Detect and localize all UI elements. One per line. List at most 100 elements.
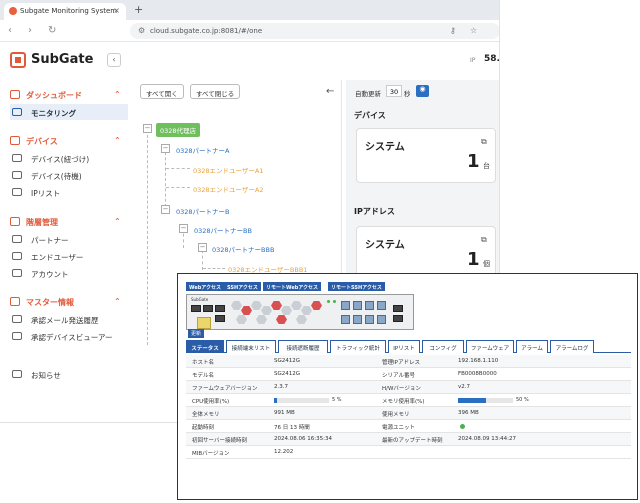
status-tabs: ステータス 接続端末リスト 接続遮断履歴 トラフィック統計 IPリスト コンフィ… (186, 340, 631, 353)
device-count-card[interactable]: システム ⧉ 1 台 (356, 128, 496, 183)
forward-nav-icon[interactable]: › (28, 25, 32, 36)
vent-hex (261, 306, 272, 315)
field-label: 管理IPアドレス (382, 360, 420, 366)
new-tab-button[interactable]: + (134, 3, 143, 16)
field-value: 12.202 (274, 449, 294, 455)
section-devices[interactable]: デバイス ⌃ (10, 136, 121, 147)
section-hierarchy[interactable]: 階層管理 ⌃ (10, 217, 121, 228)
site-info-icon[interactable]: ⚙ (138, 26, 145, 35)
sfp-port (341, 315, 350, 324)
field-label: シリアル番号 (382, 373, 415, 379)
url-field[interactable]: ⚙ cloud.subgate.co.jp:8081/#/one ⚷ ☆ (130, 23, 499, 39)
cpu-usage-fill (274, 398, 277, 403)
vent-hex (241, 306, 252, 315)
external-link-icon[interactable]: ⧉ (481, 235, 487, 245)
expand-all-button[interactable]: すべて開く (140, 84, 184, 99)
field-value: 2024.08.06 16:35:34 (274, 436, 332, 442)
field-value: 2024.08.09 13:44:27 (458, 436, 516, 442)
field-label: 全体メモリ (192, 412, 220, 418)
tab-status[interactable]: ステータス (186, 340, 224, 353)
ip-section-title: IPアドレス (354, 207, 395, 216)
sidebar-item-account[interactable]: アカウント (10, 265, 128, 281)
sidebar-item-monitoring[interactable]: モニタリング (10, 104, 128, 120)
field-value: SG2412G (274, 358, 301, 364)
field-label: モデル名 (192, 373, 215, 379)
device-front-panel: SubGate (186, 294, 414, 330)
vent-hex (301, 306, 312, 315)
tab-config[interactable]: コンフィグ (422, 340, 464, 353)
tab-connected-terminals[interactable]: 接続端末リスト (226, 340, 276, 353)
sidebar-item-ip-list[interactable]: IPリスト (10, 184, 128, 200)
tree-node-root[interactable]: 0328代理店 (156, 123, 201, 137)
collapse-all-button[interactable]: すべて閉じる (190, 84, 241, 99)
ssh-access-button[interactable]: SSHアクセス (224, 282, 261, 291)
tree-node[interactable]: 0328エンドユーザーA2 (193, 184, 264, 194)
device-count: 1 (467, 151, 480, 172)
key-icon[interactable]: ⚷ (450, 26, 456, 35)
tree-node[interactable]: 0328エンドユーザーA1 (193, 165, 264, 175)
auto-update-toggle-icon[interactable]: ◉ (416, 85, 429, 97)
sidebar-item-devices-waiting[interactable]: デバイス(待機) (10, 167, 128, 183)
section-dashboard[interactable]: ダッシュボード ⌃ (10, 90, 121, 101)
sidebar-item-notice[interactable]: お知らせ (10, 366, 128, 382)
url-text: cloud.subgate.co.jp:8081/#/one (150, 27, 263, 35)
auto-update-interval-field[interactable]: 30 (386, 85, 402, 97)
field-label: CPU使用率(%) (192, 399, 230, 405)
tree-node[interactable]: 0328パートナーBB (194, 225, 252, 235)
back-arrow-icon[interactable]: ← (326, 86, 334, 97)
field-label: 初回サーバー接続時刻 (192, 438, 247, 444)
sidebar-item-devices-linked[interactable]: デバイス(紐づけ) (10, 150, 128, 166)
reload-icon[interactable]: ↻ (48, 25, 56, 36)
field-label: 最新のアップデート時刻 (382, 438, 443, 444)
web-access-button[interactable]: Webアクセス (186, 282, 225, 291)
sfp-port (341, 301, 350, 310)
sidebar-item-partner[interactable]: パートナー (10, 231, 128, 247)
tree-toggle[interactable]: − (161, 144, 170, 153)
tree-branch (166, 187, 190, 188)
sidebar-item-end-user[interactable]: エンドユーザー (10, 248, 128, 264)
update-button[interactable]: 更新 (188, 329, 205, 338)
back-nav-icon[interactable]: ‹ (8, 25, 12, 36)
cloud-wait-icon (12, 171, 22, 179)
ip-count: 1 (467, 249, 480, 270)
tab-close-icon[interactable]: × (113, 6, 120, 15)
field-label: H/Wバージョン (382, 386, 421, 392)
tab-block-history[interactable]: 接続遮断履歴 (278, 340, 328, 353)
tab-alarm[interactable]: アラーム (516, 340, 548, 353)
sidebar-item-device-viewer[interactable]: 承認デバイスビューアー (10, 328, 128, 344)
tab-ip-list[interactable]: IPリスト (388, 340, 420, 353)
tree-node[interactable]: 0328パートナーBBB (212, 244, 274, 254)
memory-usage-bar (458, 398, 513, 403)
favicon-icon (9, 7, 17, 15)
table-row: ファームウェアバージョン 2.3.7 H/Wバージョン v2.7 (186, 381, 631, 394)
tab-alarm-log[interactable]: アラームログ (550, 340, 594, 353)
field-value: v2.7 (458, 384, 471, 390)
section-master[interactable]: マスター情報 ⌃ (10, 297, 121, 308)
tree-toggle[interactable]: − (198, 243, 207, 252)
field-value: FB0008B0000 (458, 371, 497, 377)
auto-update-unit: 秒 (404, 90, 411, 98)
building-icon (12, 235, 22, 243)
tree-node[interactable]: 0328パートナーA (176, 145, 230, 155)
tab-firmware[interactable]: ファームウェア (466, 340, 514, 353)
tree-toggle-root[interactable]: − (143, 124, 152, 133)
table-row: 全体メモリ 991 MB 使用メモリ 396 MB (186, 407, 631, 420)
tree-node[interactable]: 0328パートナーB (176, 206, 230, 216)
vent-hex (271, 301, 282, 310)
tab-traffic-stats[interactable]: トラフィック統計 (330, 340, 386, 353)
external-link-icon[interactable]: ⧉ (481, 137, 487, 147)
rj45-port (215, 305, 225, 312)
vent-hex (236, 315, 247, 324)
tree-toggle[interactable]: − (179, 224, 188, 233)
sfp-port (365, 315, 374, 324)
browser-tab[interactable]: Subgate Monitoring System × (4, 3, 126, 20)
sidebar-item-mail-history[interactable]: 承認メール発送履歴 (10, 311, 128, 327)
hierarchy-icon (10, 217, 20, 226)
remote-ssh-access-button[interactable]: リモートSSHアクセス (328, 282, 385, 291)
rj45-port (203, 305, 213, 312)
bookmark-icon[interactable]: ☆ (470, 26, 477, 35)
remote-web-access-button[interactable]: リモートWebアクセス (263, 282, 322, 291)
tree-toggle[interactable]: − (161, 205, 170, 214)
ip-label: IP (470, 57, 476, 64)
sidebar-collapse-button[interactable]: ‹ (107, 53, 121, 67)
